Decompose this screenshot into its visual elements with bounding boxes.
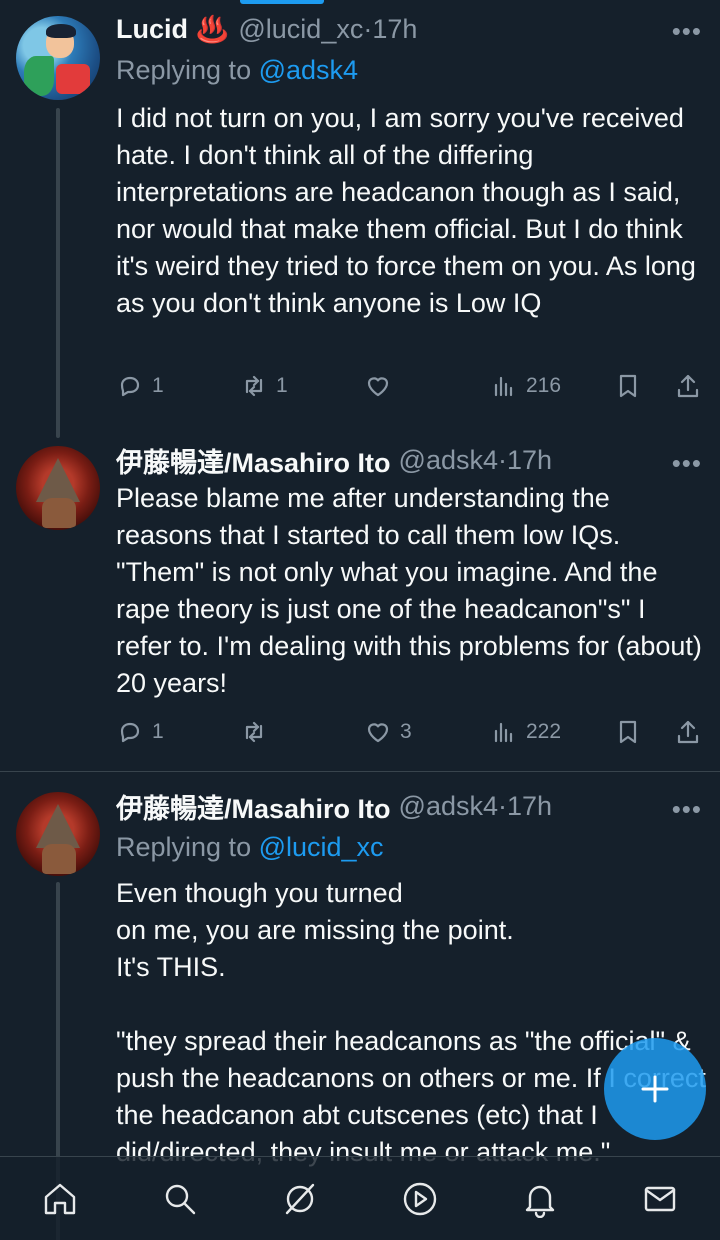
tweet-actions: 1 1 216: [116, 366, 706, 406]
hot-springs-emoji: ♨️: [196, 13, 229, 44]
tweet-ito-1[interactable]: 伊藤暢達/Masahiro Ito @adsk4 · 17h ••• Pleas…: [0, 440, 720, 770]
repost-icon: [245, 721, 263, 743]
repost-button[interactable]: 1: [240, 366, 288, 406]
views-icon: [494, 722, 513, 743]
compose-button[interactable]: [604, 1038, 706, 1140]
timestamp[interactable]: 17h: [507, 445, 552, 476]
more-options-icon[interactable]: •••: [672, 16, 702, 47]
mention-link[interactable]: @adsk4: [259, 55, 358, 85]
nav-search[interactable]: [158, 1177, 202, 1221]
views-icon: [494, 376, 513, 397]
author-name[interactable]: Lucid: [116, 14, 188, 45]
share-button[interactable]: [674, 712, 702, 752]
tweet-text: Please blame me after understanding the …: [116, 483, 710, 698]
nav-video[interactable]: [398, 1177, 442, 1221]
author-name[interactable]: 伊藤暢達/Masahiro Ito: [116, 787, 391, 826]
separator: ·: [363, 13, 373, 44]
nav-messages[interactable]: [638, 1177, 682, 1221]
tweet-text: Even though you turned on me, you are mi…: [116, 878, 706, 1167]
like-count: 3: [400, 720, 412, 743]
repost-count: 1: [276, 374, 288, 397]
reply-icon: [120, 376, 140, 397]
plus-icon: [641, 1075, 669, 1103]
tweet-text: I did not turn on you, I am sorry you've…: [116, 103, 704, 318]
replying-to: Replying to @lucid_xc: [116, 828, 384, 866]
heart-icon: [367, 377, 389, 397]
tweet-lucid[interactable]: Lucid ♨️ @lucid_xc · 17h ••• Replying to…: [0, 0, 720, 440]
heart-icon: [367, 723, 389, 743]
bookmark-button[interactable]: [614, 366, 642, 406]
repost-button[interactable]: [240, 712, 276, 752]
avatar[interactable]: [16, 16, 100, 100]
more-options-icon[interactable]: •••: [672, 794, 702, 825]
bookmark-button[interactable]: [614, 712, 642, 752]
mention-link[interactable]: @lucid_xc: [259, 832, 384, 862]
views-button[interactable]: 222: [490, 712, 561, 752]
notifications-icon: [525, 1185, 555, 1218]
bookmark-icon: [619, 720, 637, 744]
reply-count: 1: [152, 374, 164, 397]
tweet-actions: 1 3 222: [116, 712, 706, 752]
reply-button[interactable]: 1: [116, 712, 164, 752]
bottom-nav: [0, 1156, 720, 1240]
nav-home[interactable]: [38, 1177, 82, 1221]
separator: ·: [498, 444, 507, 475]
author-name[interactable]: 伊藤暢達/Masahiro Ito: [116, 441, 391, 480]
replying-to-label: Replying to: [116, 832, 259, 862]
author-handle[interactable]: @adsk4: [399, 445, 498, 476]
author-handle[interactable]: @adsk4: [399, 791, 498, 822]
views-count: 216: [526, 374, 562, 397]
views-count: 222: [526, 720, 562, 743]
nav-grok[interactable]: [278, 1177, 322, 1221]
replying-to: Replying to @adsk4: [116, 51, 358, 89]
timestamp[interactable]: 17h: [507, 791, 552, 822]
repost-icon: [245, 375, 263, 397]
avatar[interactable]: [16, 792, 100, 876]
reply-count: 1: [152, 720, 164, 743]
separator: ·: [498, 790, 507, 821]
bookmark-icon: [619, 374, 637, 398]
like-button[interactable]: [364, 366, 400, 406]
app-screen: Lucid ♨️ @lucid_xc · 17h ••• Replying to…: [0, 0, 720, 1240]
timestamp[interactable]: 17h: [372, 14, 417, 45]
messages-icon: [644, 1186, 676, 1212]
reply-button[interactable]: 1: [116, 366, 164, 406]
nav-notifications[interactable]: [518, 1177, 562, 1221]
share-icon: [677, 374, 699, 398]
grok-icon: [285, 1183, 315, 1215]
reply-icon: [120, 722, 140, 743]
home-icon: [44, 1183, 76, 1215]
avatar[interactable]: [16, 446, 100, 530]
like-button[interactable]: 3: [364, 712, 412, 752]
search-icon: [165, 1184, 196, 1215]
author-handle[interactable]: @lucid_xc: [238, 14, 363, 45]
thread-line: [56, 108, 60, 438]
replying-to-label: Replying to: [116, 55, 259, 85]
views-button[interactable]: 216: [490, 366, 561, 406]
video-icon: [403, 1182, 437, 1216]
share-button[interactable]: [674, 366, 702, 406]
share-icon: [677, 720, 699, 744]
more-options-icon[interactable]: •••: [672, 448, 702, 479]
